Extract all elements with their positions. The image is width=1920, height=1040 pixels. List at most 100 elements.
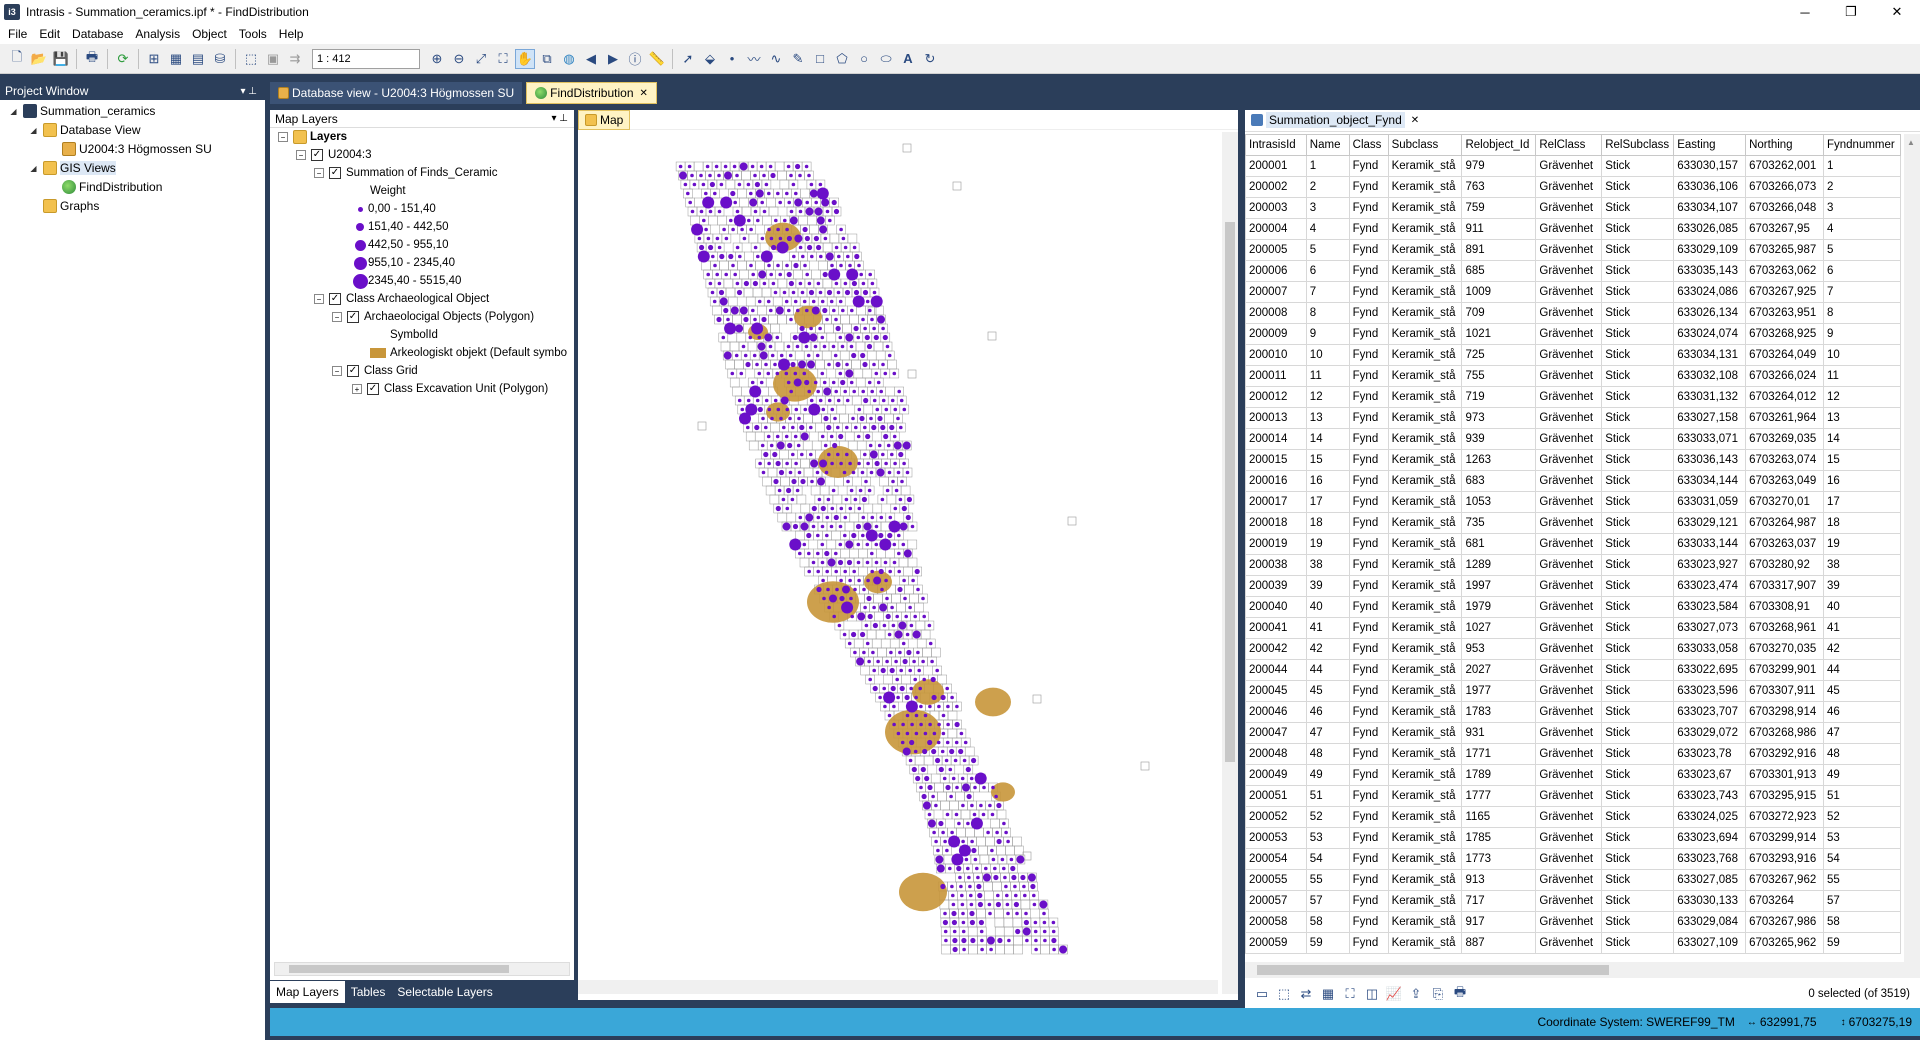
table-cell[interactable]: Fynd [1348, 638, 1389, 660]
full-extent-icon[interactable]: ⤢ [471, 49, 491, 69]
table-cell[interactable]: Stick [1601, 470, 1675, 492]
visibility-checkbox[interactable]: ✓ [329, 167, 341, 179]
table-cell[interactable]: 41 [1822, 617, 1901, 639]
collapse-icon[interactable]: ◢ [8, 106, 19, 117]
table-cell[interactable]: Fynd [1348, 512, 1389, 534]
table-cell[interactable]: 58 [1305, 911, 1350, 933]
horizontal-scrollbar[interactable] [274, 962, 570, 976]
table-cell[interactable]: Fynd [1348, 911, 1389, 933]
scale-input[interactable] [312, 48, 420, 69]
table-cell[interactable]: Stick [1601, 932, 1675, 954]
table-vertical-scrollbar[interactable]: ▲ [1904, 134, 1920, 962]
table-cell[interactable]: 3 [1822, 197, 1901, 219]
table-cell[interactable]: 6703267,986 [1745, 911, 1824, 933]
table-cell[interactable]: Stick [1601, 281, 1675, 303]
menu-file[interactable]: File [4, 27, 35, 41]
table-cell[interactable]: 6703269,035 [1745, 428, 1824, 450]
table-cell[interactable]: 633034,107 [1673, 197, 1747, 219]
table-row[interactable]: 200057 57 Fynd Keramik_stå 717 Grävenhet Stick… [1245, 890, 1901, 912]
table-row[interactable]: 200004 4 Fynd Keramik_stå 911 Grävenhet Stick 6… [1245, 218, 1901, 240]
table-cell[interactable]: Grävenhet [1535, 911, 1603, 933]
table-cell[interactable]: 54 [1822, 848, 1901, 870]
table-row[interactable]: 200002 2 Fynd Keramik_stå 763 Grävenhet Stick 6… [1245, 176, 1901, 198]
table-cell[interactable]: 51 [1305, 785, 1350, 807]
table-cell[interactable]: Stick [1601, 554, 1675, 576]
highlight-icon[interactable]: ◫ [1362, 984, 1382, 1004]
table-cell[interactable]: 200018 [1245, 512, 1307, 534]
globe-icon[interactable]: ◍ [559, 49, 579, 69]
table-cell[interactable]: 200054 [1245, 848, 1307, 870]
table-cell[interactable]: Fynd [1348, 617, 1389, 639]
table-cell[interactable]: 200017 [1245, 491, 1307, 513]
pin-icon[interactable]: ▾ ⊥ [240, 86, 257, 97]
table-cell[interactable]: 6703270,035 [1745, 638, 1824, 660]
table-cell[interactable]: 1289 [1461, 554, 1537, 576]
table-cell[interactable]: Grävenhet [1535, 764, 1603, 786]
table-cell[interactable]: 979 [1461, 155, 1537, 177]
table-cell[interactable]: 13 [1305, 407, 1350, 429]
table-cell[interactable]: 887 [1461, 932, 1537, 954]
table-cell[interactable]: 200001 [1245, 155, 1307, 177]
table-row[interactable]: 200053 53 Fynd Keramik_stå 1785 Grävenhet Stic… [1245, 827, 1901, 849]
table-cell[interactable]: Fynd [1348, 932, 1389, 954]
table-cell[interactable]: Keramik_stå [1387, 344, 1463, 366]
table-cell[interactable]: 633022,695 [1673, 659, 1747, 681]
export-table-icon[interactable]: ⇪ [1406, 984, 1426, 1004]
table-cell[interactable]: 200014 [1245, 428, 1307, 450]
table-cell[interactable]: 200039 [1245, 575, 1307, 597]
table-cell[interactable]: Grävenhet [1535, 722, 1603, 744]
table-row[interactable]: 200047 47 Fynd Keramik_stå 931 Grävenhet Stick… [1245, 722, 1901, 744]
table-cell[interactable]: 200051 [1245, 785, 1307, 807]
collapse-icon[interactable]: − [314, 168, 324, 178]
collapse-icon[interactable]: ◢ [28, 163, 39, 174]
tree-item-finddistribution[interactable]: FindDistribution [62, 178, 162, 196]
table-cell[interactable]: 6703263,037 [1745, 533, 1824, 555]
table-cell[interactable]: 633024,074 [1673, 323, 1747, 345]
table-cell[interactable]: Keramik_stå [1387, 218, 1463, 240]
table-cell[interactable]: 6703293,916 [1745, 848, 1824, 870]
table-cell[interactable]: 913 [1461, 869, 1537, 891]
table-cell[interactable]: 633023,474 [1673, 575, 1747, 597]
table-cell[interactable]: 6703272,923 [1745, 806, 1824, 828]
table-horizontal-scrollbar[interactable] [1245, 962, 1920, 978]
table-cell[interactable]: Keramik_stå [1387, 323, 1463, 345]
table-cell[interactable]: 633027,085 [1673, 869, 1747, 891]
table-cell[interactable]: 633031,132 [1673, 386, 1747, 408]
table-cell[interactable]: Grävenhet [1535, 260, 1603, 282]
table-cell[interactable]: 633032,108 [1673, 365, 1747, 387]
ellipse-icon[interactable]: ⬭ [876, 49, 896, 69]
table-cell[interactable]: Fynd [1348, 659, 1389, 681]
export-icon[interactable]: ⇉ [285, 49, 305, 69]
table-cell[interactable]: 1027 [1461, 617, 1537, 639]
table-cell[interactable]: 6703280,92 [1745, 554, 1824, 576]
table-cell[interactable]: Stick [1601, 533, 1675, 555]
table-cell[interactable]: Grävenhet [1535, 617, 1603, 639]
table-cell[interactable]: 45 [1822, 680, 1901, 702]
table-cell[interactable]: 6703299,901 [1745, 659, 1824, 681]
table-cell[interactable]: 633033,144 [1673, 533, 1747, 555]
table-cell[interactable]: Keramik_stå [1387, 155, 1463, 177]
table-cell[interactable]: Stick [1601, 239, 1675, 261]
table-row[interactable]: 200015 15 Fynd Keramik_stå 1263 Grävenhet Stic… [1245, 449, 1901, 471]
table-cell[interactable]: 42 [1305, 638, 1350, 660]
table-cell[interactable]: Stick [1601, 365, 1675, 387]
table-cell[interactable]: Stick [1601, 764, 1675, 786]
table-cell[interactable]: Grävenhet [1535, 932, 1603, 954]
table-cell[interactable]: Keramik_stå [1387, 365, 1463, 387]
table-cell[interactable]: Keramik_stå [1387, 617, 1463, 639]
table-cell[interactable]: Grävenhet [1535, 638, 1603, 660]
table-cell[interactable]: 6703268,925 [1745, 323, 1824, 345]
column-header[interactable]: Class [1348, 134, 1389, 156]
print-icon[interactable]: 🖶 [82, 49, 102, 69]
table-row[interactable]: 200013 13 Fynd Keramik_stå 973 Grävenhet Stick… [1245, 407, 1901, 429]
table-row[interactable]: 200051 51 Fynd Keramik_stå 1777 Grävenhet Stic… [1245, 785, 1901, 807]
table-cell[interactable]: Fynd [1348, 197, 1389, 219]
table-cell[interactable]: Grävenhet [1535, 428, 1603, 450]
table-cell[interactable]: Grävenhet [1535, 218, 1603, 240]
table-cell[interactable]: 939 [1461, 428, 1537, 450]
refresh-icon[interactable]: ⟳ [113, 49, 133, 69]
table-cell[interactable]: 200052 [1245, 806, 1307, 828]
table-cell[interactable]: 633024,025 [1673, 806, 1747, 828]
table-cell[interactable]: 6703262,001 [1745, 155, 1824, 177]
layer-arch-object[interactable]: − ✓ Class Archaeological Object [314, 290, 489, 308]
